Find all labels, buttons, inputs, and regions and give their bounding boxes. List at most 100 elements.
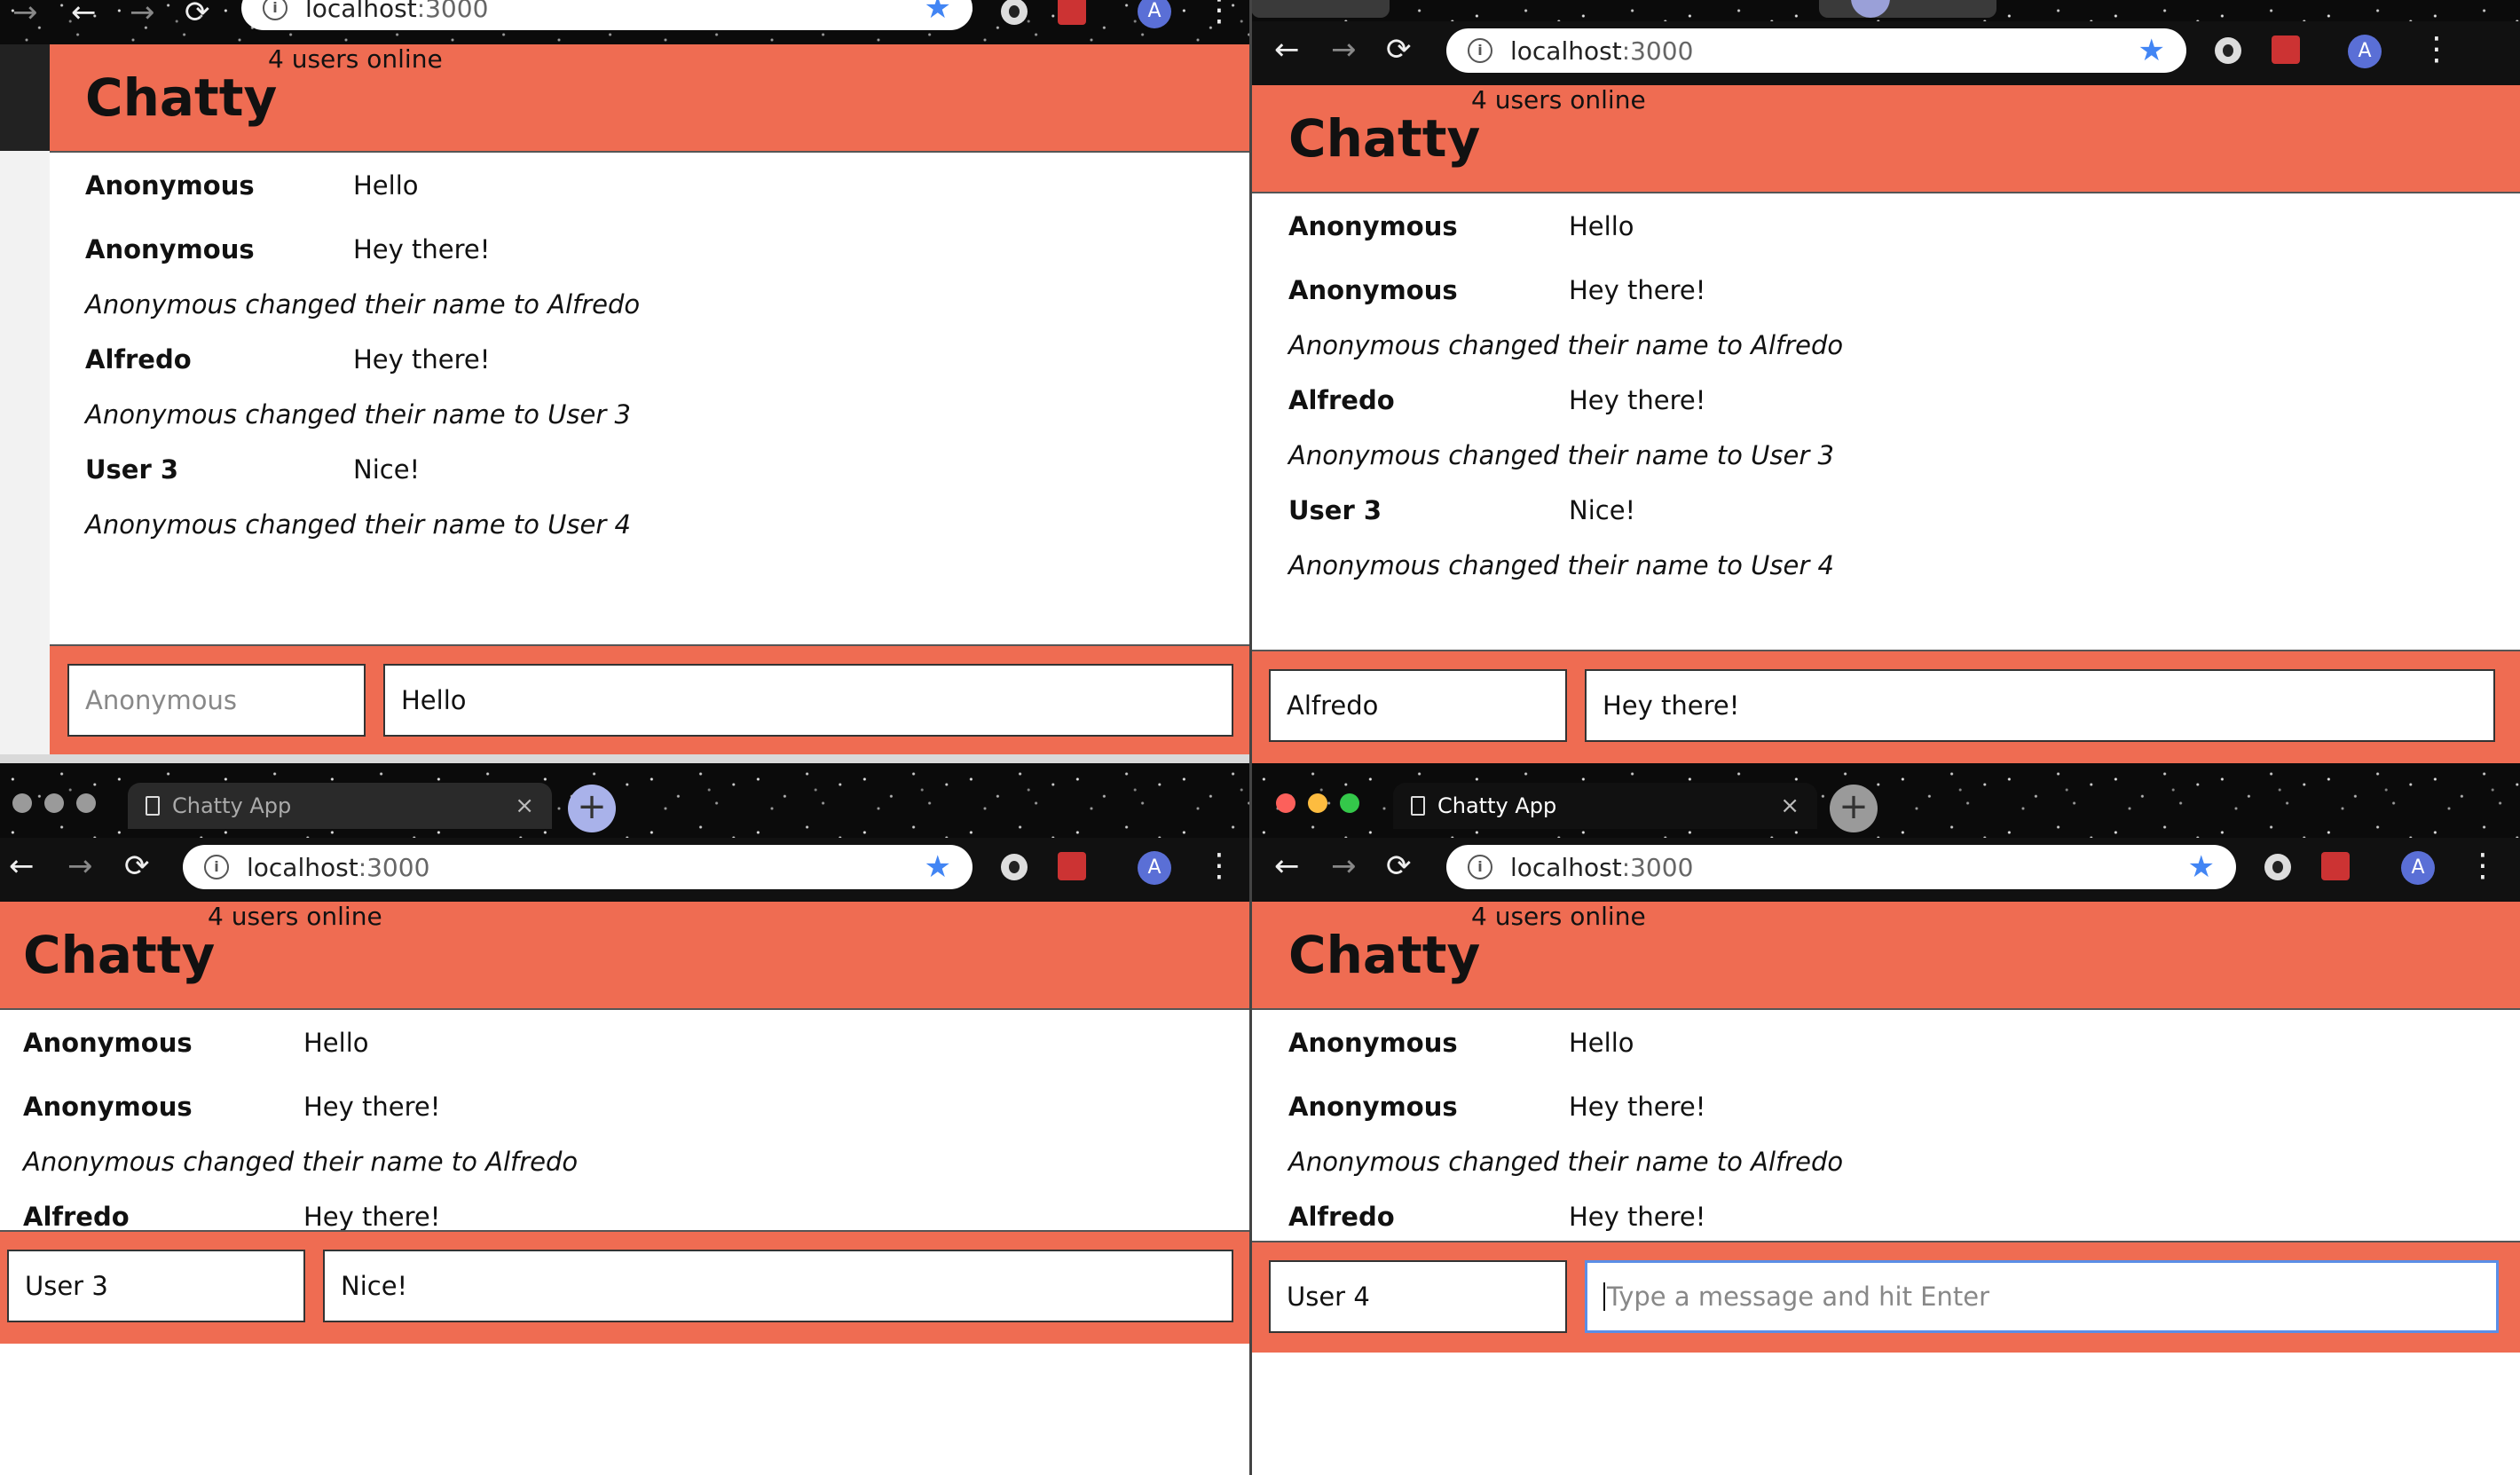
reload-icon[interactable]: ⟳ [1386,845,1412,887]
text-caret [1603,1282,1605,1311]
reload-icon[interactable]: ⟳ [1386,28,1412,71]
message-list: Anonymous Hello Anonymous Hey there! Anony… [1251,193,2520,650]
forward-icon[interactable]: → [12,0,38,34]
bookmark-star-icon[interactable]: ★ [2138,33,2165,68]
extension-icon[interactable] [1001,854,1028,880]
tab-chatty-app[interactable]: Chatty App × [1393,783,1817,829]
profile-avatar[interactable]: A [2348,35,2382,68]
brand-title: Chatty [85,67,278,128]
browser-toolbar: → ← → ⟳ i localhost:3000 ★ A ⋮ [0,0,1251,44]
message-input[interactable]: Nice! [323,1250,1233,1322]
url-port: :3000 [358,852,430,882]
back-icon[interactable]: ← [9,845,35,887]
browser-window-2: ← → ⟳ i localhost:3000 ★ A ⋮ 4 users onl… [1251,0,2520,763]
info-icon[interactable]: i [204,855,229,879]
left-desktop-sliver [0,44,51,754]
browser-window-4: Chatty App × + ← → ⟳ i localhost:3000 ★ … [1251,763,2520,1475]
users-online-counter: 4 users online [1471,902,1646,931]
username-input[interactable]: Anonymous [67,664,366,737]
username-input[interactable]: User 3 [7,1250,305,1322]
profile-avatar[interactable]: A [1138,0,1171,28]
window-controls [12,793,96,813]
url-host: localhost [1510,35,1622,66]
url-host: localhost [305,0,417,23]
browser-window-3: Chatty App × + ← → ⟳ i localhost:3000 ★ … [0,763,1251,1475]
reload-icon[interactable]: ⟳ [124,845,150,887]
maximize-window-button[interactable] [1340,793,1359,813]
forward-icon[interactable]: → [1331,28,1357,71]
brand-title: Chatty [1288,925,1481,985]
browser-tabstrip: Chatty App × + [1251,763,2520,848]
close-tab-icon[interactable]: × [515,793,534,819]
extension-icon-2[interactable] [2321,852,2350,880]
url-port: :3000 [416,0,489,23]
back-icon[interactable]: ← [1274,28,1300,71]
document-icon [146,796,160,816]
forward-icon[interactable]: → [130,0,155,34]
extension-icon[interactable] [2215,37,2241,64]
reload-icon[interactable]: ⟳ [185,0,210,34]
chatty-navbar: 4 users online Chatty [50,44,1251,153]
back-icon[interactable]: ← [1274,845,1300,887]
extension-icon[interactable] [1001,0,1028,25]
extension-icon-2[interactable] [1058,0,1086,25]
close-window-button[interactable] [1276,793,1295,813]
username-input[interactable]: User 4 [1269,1260,1567,1333]
browser-tabstrip: Chatty App × + [0,763,1251,848]
browser-toolbar: ← → ⟳ i localhost:3000 ★ A ⋮ [1251,838,2520,902]
chat-compose-bar: User 3 Nice! [0,1230,1251,1344]
url-port: :3000 [1621,852,1694,882]
new-tab-button[interactable]: + [568,785,616,832]
menu-kebab-icon[interactable]: ⋮ [2421,28,2453,71]
tab-chatty-app[interactable]: Chatty App × [128,783,552,829]
address-bar[interactable]: i localhost:3000 ★ [183,845,973,889]
info-icon[interactable]: i [1468,38,1492,63]
chat-compose-bar: Alfredo Hey there! [1251,650,2520,763]
username-input[interactable]: Alfredo [1269,669,1567,742]
bookmark-star-icon[interactable]: ★ [2188,849,2215,885]
address-bar[interactable]: i localhost:3000 ★ [241,0,973,30]
extension-icon-2[interactable] [1058,852,1086,880]
close-tab-icon[interactable]: × [1780,793,1799,819]
bookmark-star-icon[interactable]: ★ [925,0,951,26]
new-tab-button[interactable]: + [1830,785,1878,832]
bookmark-star-icon[interactable]: ★ [925,849,951,885]
window-divider [1249,0,1252,1475]
menu-kebab-icon[interactable]: ⋮ [1203,0,1235,32]
document-icon [1411,796,1425,816]
extension-icon[interactable] [2264,854,2291,880]
forward-icon[interactable]: → [67,845,93,887]
menu-kebab-icon[interactable]: ⋮ [1203,845,1235,887]
profile-avatar[interactable]: A [1138,851,1171,885]
url-host: localhost [247,852,358,882]
profile-avatar[interactable]: A [2401,851,2435,885]
browser-toolbar: ← → ⟳ i localhost:3000 ★ A ⋮ [0,838,1251,902]
browser-toolbar: ← → ⟳ i localhost:3000 ★ A ⋮ [1251,21,2520,85]
minimize-window-button[interactable] [1308,793,1327,813]
message-input[interactable]: Hello [383,664,1233,737]
address-bar[interactable]: i localhost:3000 ★ [1446,845,2236,889]
back-icon[interactable]: ← [71,0,97,34]
menu-kebab-icon[interactable]: ⋮ [2467,845,2499,887]
chatty-navbar: 4 users online Chatty [0,902,1251,1010]
browser-window-1: → ← → ⟳ i localhost:3000 ★ A ⋮ 4 users o… [0,0,1251,754]
maximize-window-button[interactable] [76,793,96,813]
minimize-window-button[interactable] [44,793,64,813]
forward-icon[interactable]: → [1331,845,1357,887]
url-port: :3000 [1621,35,1694,66]
message-placeholder: Type a message and hit Enter [1607,1282,1990,1312]
users-online-counter: 4 users online [268,44,443,74]
info-icon[interactable]: i [263,0,287,20]
message-input[interactable]: Type a message and hit Enter [1585,1260,2499,1333]
brand-title: Chatty [1288,108,1481,169]
users-online-counter: 4 users online [208,902,382,931]
message-input[interactable]: Hey there! [1585,669,2495,742]
browser-tabstrip [1251,0,2520,21]
close-window-button[interactable] [12,793,32,813]
brand-title: Chatty [23,925,216,985]
address-bar[interactable]: i localhost:3000 ★ [1446,28,2186,73]
info-icon[interactable]: i [1468,855,1492,879]
message-list: Anonymous Hello Anonymous Hey there! Anony… [50,153,1251,644]
extension-icon-2[interactable] [2272,35,2300,64]
chat-compose-bar: Anonymous Hello [50,644,1251,754]
